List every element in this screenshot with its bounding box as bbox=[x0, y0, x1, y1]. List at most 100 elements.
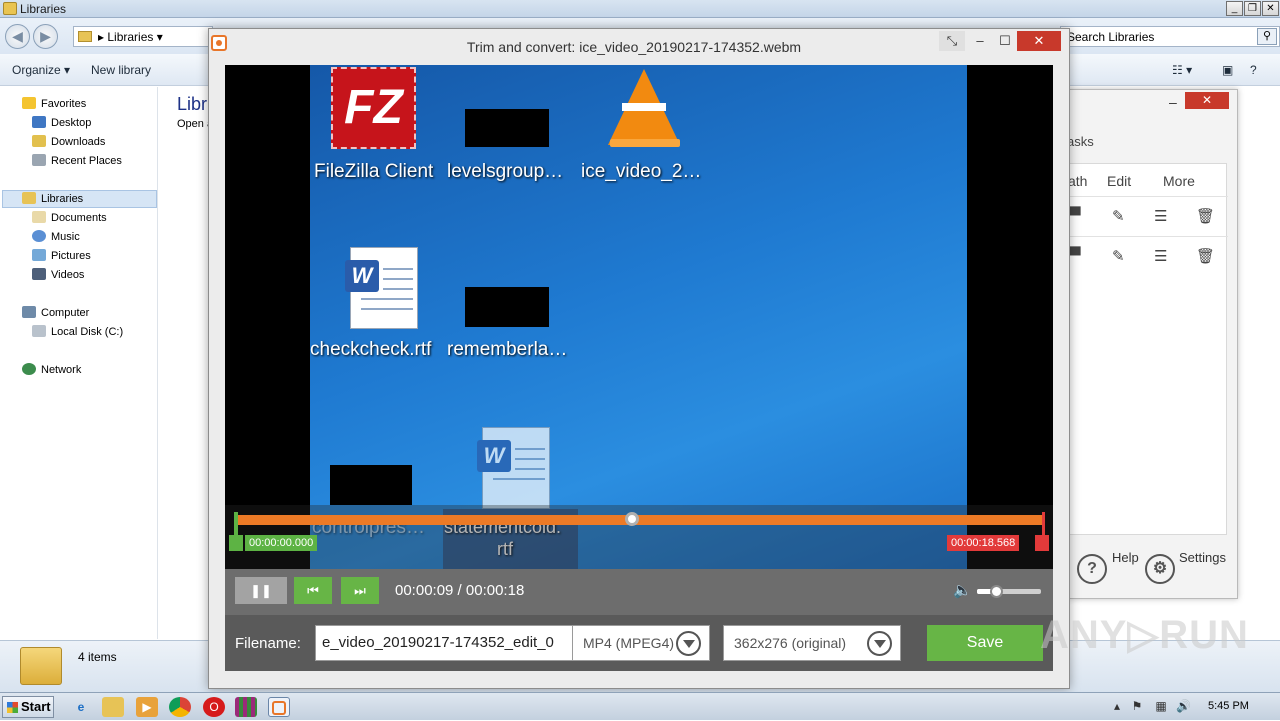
libraries-large-icon bbox=[20, 647, 62, 685]
clock[interactable]: 5:45 PM bbox=[1208, 700, 1249, 712]
speaker-icon[interactable]: 🔈 bbox=[953, 581, 972, 599]
edit-pencil-icon[interactable]: ✎ bbox=[1112, 207, 1125, 225]
help-icon[interactable]: ? bbox=[1250, 63, 1257, 77]
table-row[interactable]: ▀ ✎ ☰ 🗑 bbox=[1070, 196, 1228, 236]
nav-item-videos[interactable]: Videos bbox=[32, 266, 84, 284]
settings-link[interactable]: Settings bbox=[1179, 550, 1226, 565]
trim-start-flag[interactable] bbox=[229, 535, 243, 551]
trim-end-flag[interactable] bbox=[1035, 535, 1049, 551]
volume-slider[interactable] bbox=[977, 585, 1041, 598]
column-edit: Edit bbox=[1107, 173, 1132, 189]
hard-disk-icon bbox=[32, 325, 46, 337]
nav-item-music[interactable]: Music bbox=[32, 228, 80, 246]
dialog-title-bar: Trim and convert: ice_video_20190217-174… bbox=[209, 29, 1069, 65]
playhead-handle[interactable] bbox=[624, 512, 639, 526]
format-value: MP4 (MPEG4) bbox=[583, 635, 675, 651]
redacted-icon bbox=[465, 109, 549, 147]
opera-icon[interactable]: O bbox=[203, 697, 225, 717]
winrar-icon[interactable] bbox=[235, 697, 257, 717]
folder-icon[interactable]: ▀ bbox=[1070, 207, 1081, 224]
start-button[interactable]: Start bbox=[2, 696, 54, 718]
nav-item-favorites[interactable]: Favorites bbox=[22, 95, 86, 113]
trash-icon[interactable]: 🗑 bbox=[1196, 207, 1215, 225]
trash-icon[interactable]: 🗑 bbox=[1196, 247, 1215, 265]
folder-icon bbox=[78, 31, 92, 42]
video-converter-taskbar-icon[interactable] bbox=[268, 697, 290, 717]
item-count: 4 items bbox=[78, 650, 117, 664]
save-button[interactable]: Save bbox=[927, 625, 1043, 661]
nav-item-computer[interactable]: Computer bbox=[22, 304, 89, 322]
forward-button[interactable]: ▶ bbox=[33, 24, 58, 49]
restore-icon[interactable]: ❐ bbox=[1244, 1, 1261, 16]
help-icon[interactable]: ? bbox=[1077, 554, 1107, 584]
close-icon[interactable]: ✕ bbox=[1262, 1, 1279, 16]
nav-item-libraries[interactable]: Libraries bbox=[22, 190, 83, 208]
vlc-stripe bbox=[622, 103, 666, 111]
nav-item-desktop[interactable]: Desktop bbox=[32, 114, 91, 132]
menu-icon[interactable]: ☰ bbox=[1154, 207, 1167, 225]
nav-item-recent-places[interactable]: Recent Places bbox=[32, 152, 122, 170]
close-icon[interactable]: ✕ bbox=[1185, 92, 1229, 109]
skip-to-end-button[interactable]: ⏭ bbox=[341, 577, 379, 604]
back-button[interactable]: ◀ bbox=[5, 24, 30, 49]
fullscreen-icon[interactable]: ⤡ bbox=[939, 31, 965, 51]
volume-handle[interactable] bbox=[990, 585, 1004, 598]
pause-button[interactable]: ❚❚ bbox=[235, 577, 287, 604]
address-field[interactable]: ▸ Libraries ▾ bbox=[73, 26, 213, 47]
output-settings: Filename: e_video_20190217-174352_edit_0… bbox=[225, 615, 1053, 671]
timeline-track[interactable] bbox=[237, 515, 1045, 525]
edit-pencil-icon[interactable]: ✎ bbox=[1112, 247, 1125, 265]
downloads-icon bbox=[32, 135, 46, 147]
folder-icon[interactable]: ▀ bbox=[1070, 247, 1081, 264]
nav-item-documents[interactable]: Documents bbox=[32, 209, 107, 227]
settings-gear-icon[interactable]: ⚙ bbox=[1145, 554, 1175, 584]
new-library-button[interactable]: New library bbox=[91, 63, 151, 77]
menu-icon[interactable]: ☰ bbox=[1154, 247, 1167, 265]
organize-button[interactable]: Organize ▾ bbox=[12, 63, 70, 77]
filename-label: Filename: bbox=[235, 635, 301, 652]
close-icon[interactable]: ✕ bbox=[1017, 31, 1061, 51]
help-link[interactable]: Help bbox=[1112, 550, 1139, 565]
navigation-pane: Favorites Desktop Downloads Recent Place… bbox=[0, 87, 158, 639]
explorer-window-title: Libraries bbox=[20, 2, 67, 16]
video-preview[interactable]: FZ FileZilla Client levelsgroup… ice_vid… bbox=[225, 65, 1053, 569]
desktop-label-checkcheck: checkcheck.rtf bbox=[310, 339, 432, 360]
minimize-icon[interactable]: – bbox=[967, 31, 993, 51]
chevron-down-icon[interactable] bbox=[867, 631, 892, 656]
minimize-icon[interactable]: _ bbox=[1226, 1, 1243, 16]
chrome-icon[interactable] bbox=[169, 697, 191, 717]
nav-item-network[interactable]: Network bbox=[22, 361, 81, 379]
action-center-flag-icon[interactable]: ⚑ bbox=[1130, 699, 1144, 713]
libraries-folder-icon bbox=[3, 2, 17, 15]
trim-convert-dialog: Trim and convert: ice_video_20190217-174… bbox=[208, 28, 1070, 689]
desktop-label-ice-video: ice_video_2… bbox=[581, 161, 702, 182]
playback-controls: ❚❚ ⏮ ⏭ 00:00:09 / 00:00:18 🔈 bbox=[225, 569, 1053, 615]
filename-input[interactable]: e_video_20190217-174352_edit_0 bbox=[315, 625, 573, 661]
nav-item-local-disk[interactable]: Local Disk (C:) bbox=[32, 323, 123, 341]
format-select[interactable]: MP4 (MPEG4) bbox=[572, 625, 710, 661]
internet-explorer-icon[interactable]: e bbox=[70, 697, 92, 717]
network-tray-icon[interactable]: ▦ bbox=[1154, 699, 1168, 713]
search-icon[interactable]: ⚲ bbox=[1257, 28, 1277, 45]
nav-item-downloads[interactable]: Downloads bbox=[32, 133, 105, 151]
maximize-icon[interactable]: ☐ bbox=[992, 31, 1018, 51]
table-row[interactable]: ▀ ✎ ☰ 🗑 bbox=[1070, 236, 1228, 276]
nav-item-pictures[interactable]: Pictures bbox=[32, 247, 91, 265]
chevron-down-icon[interactable] bbox=[676, 631, 701, 656]
explorer-taskbar-icon[interactable] bbox=[102, 697, 124, 717]
preview-pane-icon[interactable]: ▣ bbox=[1222, 63, 1233, 77]
tasks-table: ath Edit More ▀ ✎ ☰ 🗑 ▀ ✎ ☰ 🗑 bbox=[1068, 163, 1228, 535]
word-document-icon: W bbox=[477, 427, 550, 509]
resolution-select[interactable]: 362x276 (original) bbox=[723, 625, 901, 661]
column-more: More bbox=[1163, 173, 1195, 189]
volume-tray-icon[interactable]: 🔊 bbox=[1176, 699, 1191, 713]
redacted-icon bbox=[465, 287, 549, 327]
time-display: 00:00:09 / 00:00:18 bbox=[395, 582, 525, 599]
minimize-icon[interactable]: – bbox=[1169, 94, 1177, 110]
library-heading: Libr bbox=[177, 94, 208, 114]
media-player-icon[interactable]: ▶ bbox=[136, 697, 158, 717]
tray-expand-icon[interactable]: ▴ bbox=[1110, 699, 1124, 713]
search-input[interactable]: Search Libraries ⚲ bbox=[1060, 26, 1280, 47]
skip-to-start-button[interactable]: ⏮ bbox=[294, 577, 332, 604]
view-options-icon[interactable]: ☷ ▾ bbox=[1172, 63, 1192, 77]
